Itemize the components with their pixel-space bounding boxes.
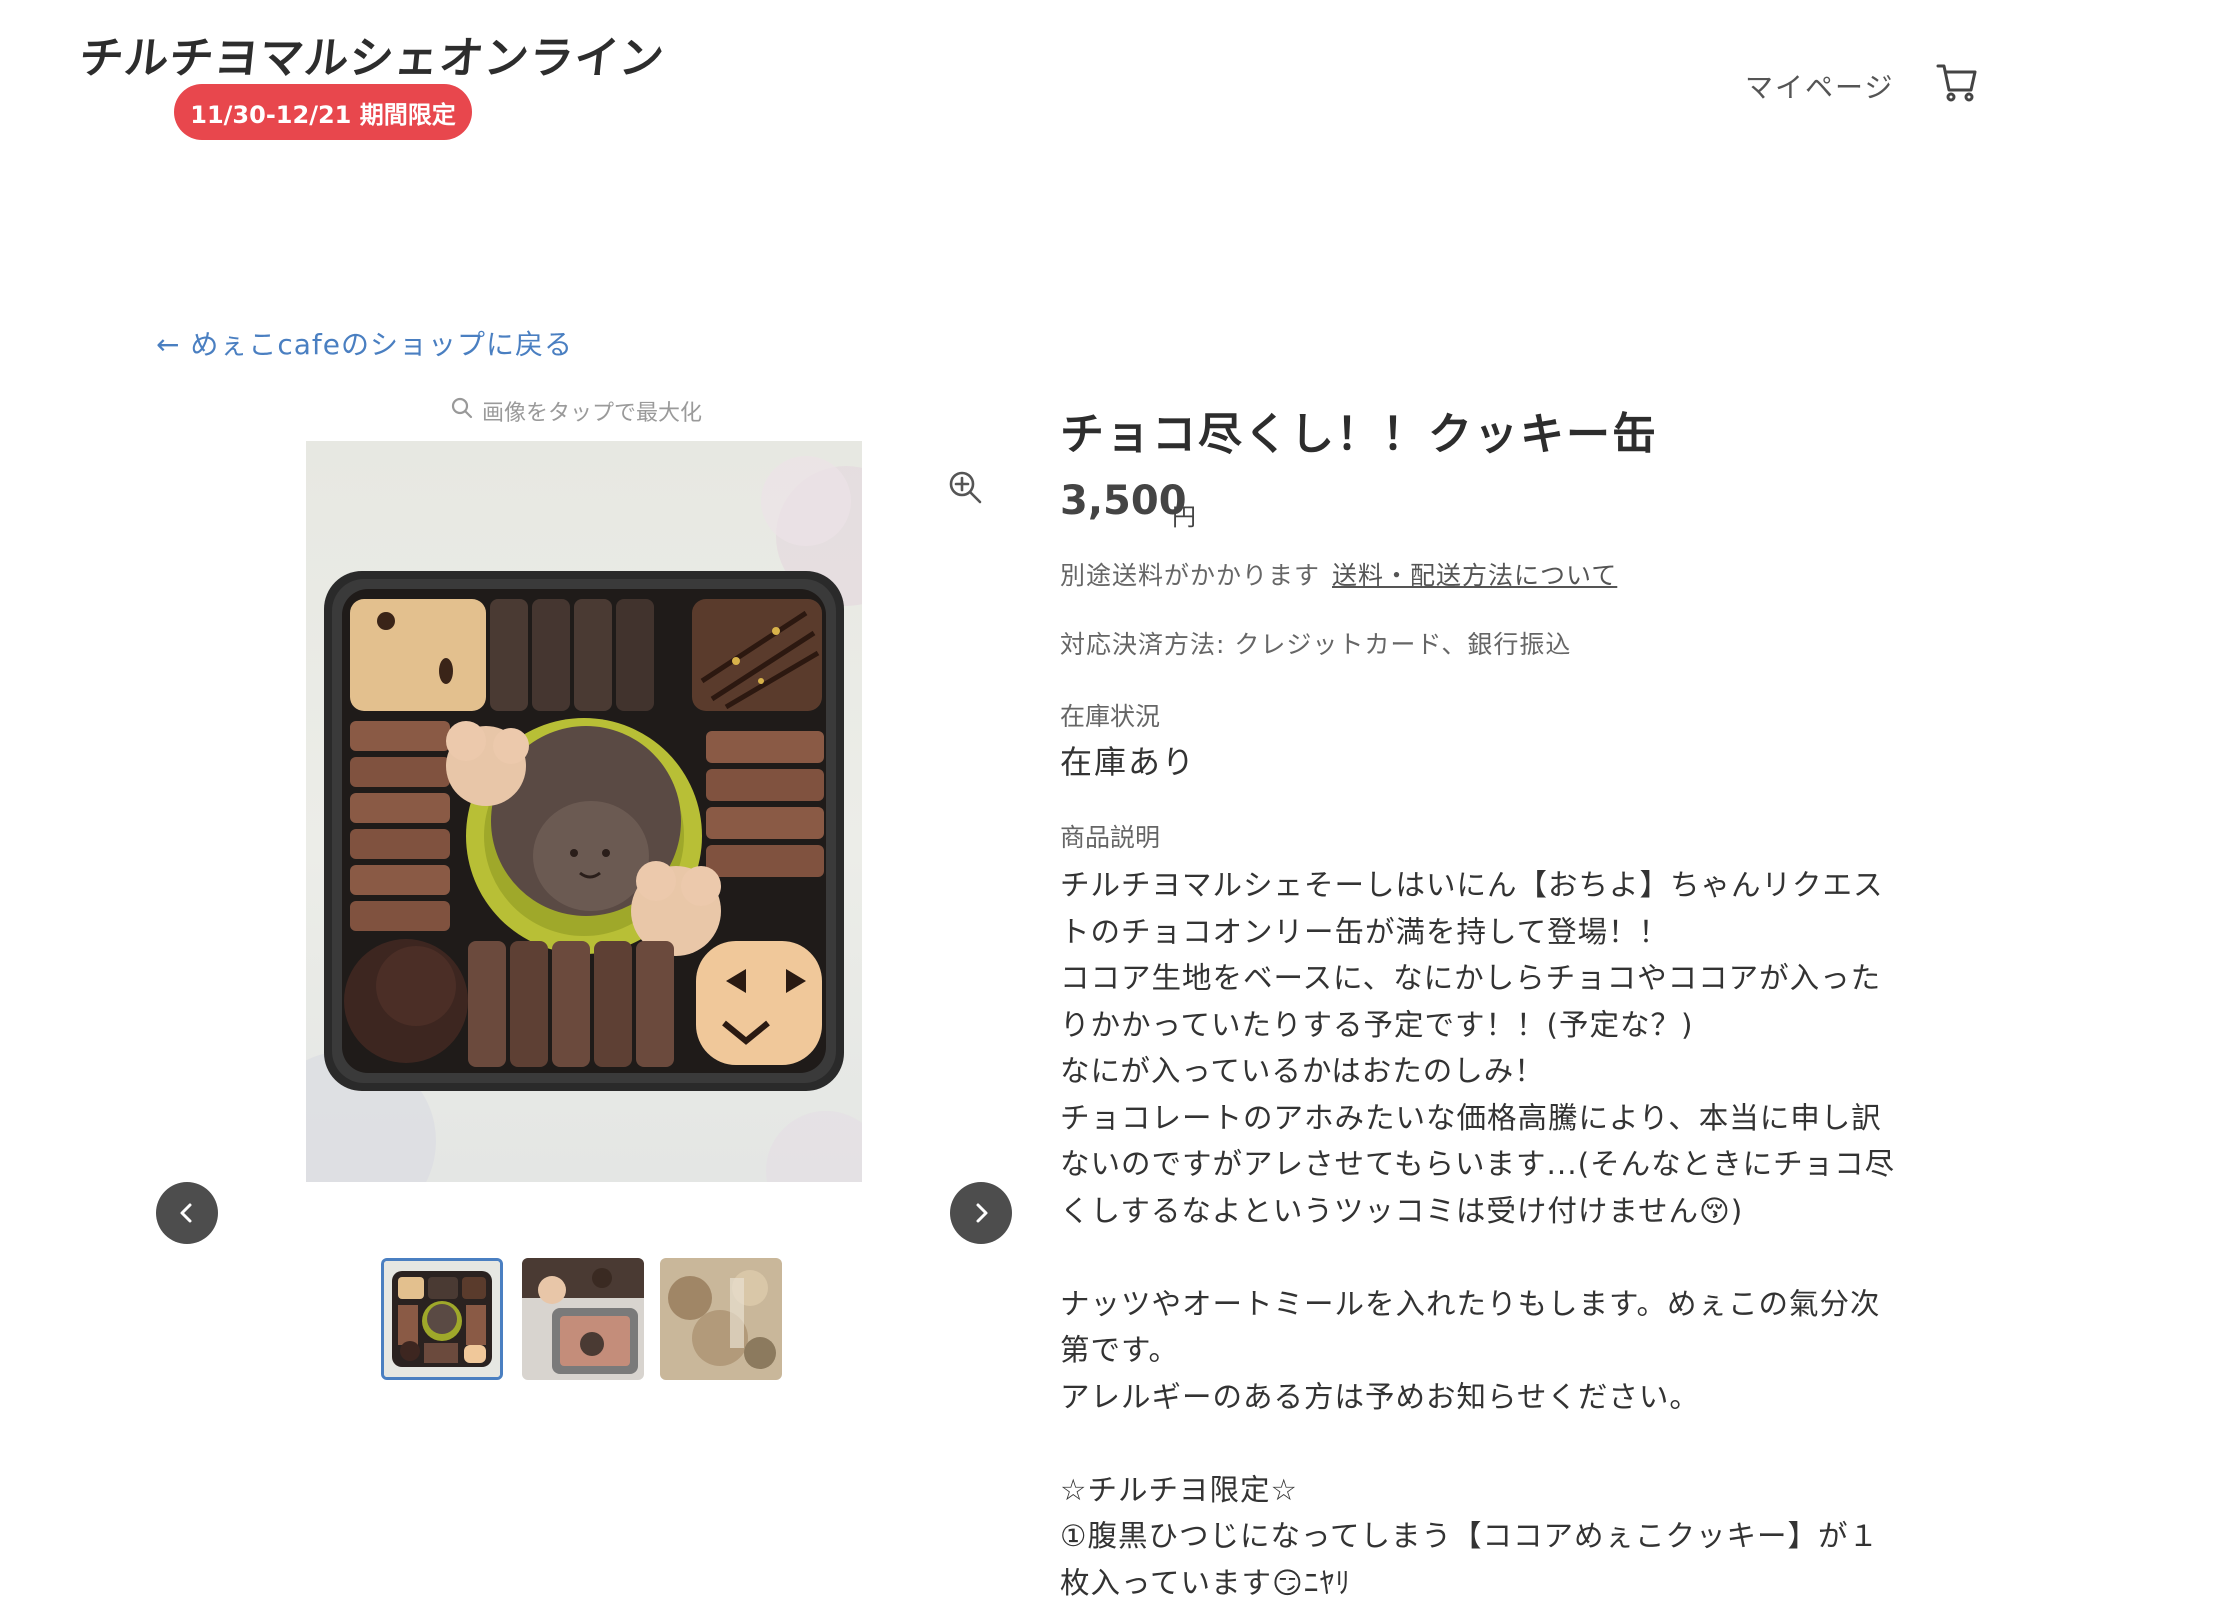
thumbnail-2[interactable] — [522, 1258, 644, 1380]
zoom-hint: 画像をタップで最大化 — [450, 395, 702, 427]
back-to-shop-link[interactable]: ← めぇこcafeのショップに戻る — [156, 323, 573, 363]
mypage-link[interactable]: マイページ — [1745, 66, 1894, 106]
thumbnail-1[interactable] — [381, 1258, 503, 1380]
description-line: 枚入っています😏ﾆﾔﾘ — [1060, 1560, 1920, 1606]
description-line: ココア生地をベースに、なにかしらチョコやココアが入った — [1060, 955, 1920, 1002]
cart-icon[interactable] — [1935, 60, 1979, 104]
search-icon — [450, 396, 474, 426]
product-description: チルチヨマルシェそーしはいにん【おちよ】ちゃんリクエストのチョコオンリー缶が満を… — [1060, 862, 1920, 1606]
main-product-image[interactable] — [306, 441, 862, 1182]
description-line: りかかっていたりする予定です！！(予定な？) — [1060, 1002, 1920, 1049]
description-line: くしするなよというツッコミは受け付けません😚) — [1060, 1188, 1920, 1235]
price-currency: 円 — [1172, 497, 1196, 532]
site-logo[interactable]: チルチヨマルシェオンライン — [77, 22, 669, 86]
payment-methods: 対応決済方法: クレジットカード、銀行振込 — [1060, 625, 1571, 661]
description-blank-line — [1060, 1420, 1920, 1467]
chevron-left-icon — [174, 1200, 200, 1226]
next-image-button[interactable] — [950, 1182, 1012, 1244]
product-price: 3,500 — [1060, 478, 1187, 524]
period-badge: 11/30-12/21 期間限定 — [174, 84, 472, 140]
zoom-in-icon[interactable] — [946, 468, 986, 508]
shipping-info-link[interactable]: 送料・配送方法について — [1332, 561, 1617, 590]
description-line: 第です。 — [1060, 1327, 1920, 1374]
description-blank-line — [1060, 1234, 1920, 1281]
prev-image-button[interactable] — [156, 1182, 218, 1244]
stock-label: 在庫状況 — [1060, 697, 1160, 733]
description-line: ないのですがアレさせてもらいます...(そんなときにチョコ尽 — [1060, 1141, 1920, 1188]
thumbnail-3[interactable] — [660, 1258, 782, 1380]
description-line: ☆チルチヨ限定☆ — [1060, 1467, 1920, 1514]
description-line: トのチョコオンリー缶が満を持して登場！！ — [1060, 909, 1920, 956]
description-line: チョコレートのアホみたいな価格高騰により、本当に申し訳 — [1060, 1095, 1920, 1142]
shipping-note: 別途送料がかかります — [1060, 561, 1320, 590]
shipping-row: 別途送料がかかります送料・配送方法について — [1060, 556, 1617, 592]
product-title: チョコ尽くし！！クッキー缶 — [1060, 398, 1658, 462]
description-line: ナッツやオートミールを入れたりもします。めぇこの氣分次 — [1060, 1281, 1920, 1328]
description-label: 商品説明 — [1060, 818, 1160, 854]
stock-value: 在庫あり — [1060, 737, 1196, 783]
chevron-right-icon — [968, 1200, 994, 1226]
description-line: アレルギーのある方は予めお知らせください。 — [1060, 1374, 1920, 1421]
description-line: なにが入っているかはおたのしみ！ — [1060, 1048, 1920, 1095]
description-line: チルチヨマルシェそーしはいにん【おちよ】ちゃんリクエス — [1060, 862, 1920, 909]
description-line: ①腹黒ひつじになってしまう【ココアめぇこクッキー】が１ — [1060, 1513, 1920, 1560]
zoom-hint-text: 画像をタップで最大化 — [482, 395, 702, 427]
